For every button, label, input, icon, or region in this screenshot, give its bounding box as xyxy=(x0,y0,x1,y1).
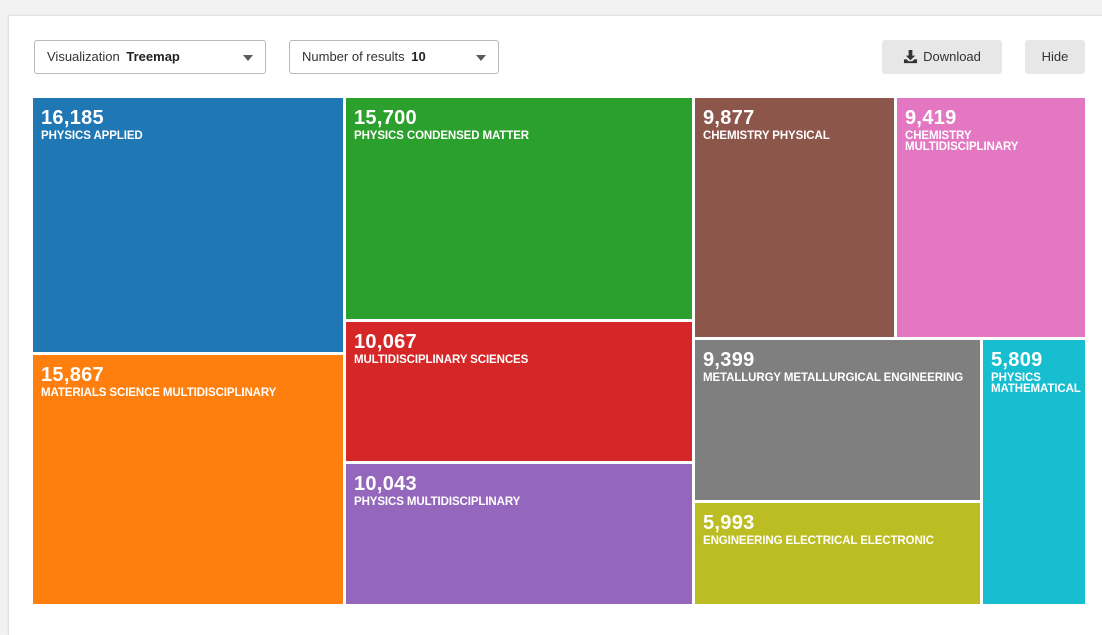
visualization-select[interactable]: Visualization Treemap xyxy=(34,40,266,74)
cell-label: MATERIALS SCIENCE MULTIDISCIPLINARY xyxy=(41,387,277,399)
toolbar: Visualization Treemap Number of results … xyxy=(9,16,1102,96)
treemap-chart: 16,185 PHYSICS APPLIED 15,867 MATERIALS … xyxy=(33,98,1085,604)
cell-label: PHYSICS MULTIDISCIPLINARY xyxy=(354,496,521,508)
cell-value: 9,419 xyxy=(905,107,957,129)
treemap-cell[interactable]: 9,877 CHEMISTRY PHYSICAL xyxy=(695,98,894,337)
cell-value: 5,993 xyxy=(703,512,755,534)
cell-label: PHYSICS CONDENSED MATTER xyxy=(354,130,530,142)
cell-label: PHYSICS MATHEMATICAL xyxy=(991,372,1081,395)
visualization-select-value: Treemap xyxy=(126,49,180,64)
treemap-cell[interactable]: 10,067 MULTIDISCIPLINARY SCIENCES xyxy=(346,322,692,461)
hide-button[interactable]: Hide xyxy=(1025,40,1085,74)
cell-label: CHEMISTRY PHYSICAL xyxy=(703,130,830,142)
visualization-select-label: Visualization xyxy=(47,49,120,64)
cell-label: METALLURGY METALLURGICAL ENGINEERING xyxy=(703,372,964,384)
cell-value: 10,067 xyxy=(354,331,417,353)
treemap-cell[interactable]: 15,700 PHYSICS CONDENSED MATTER xyxy=(346,98,692,319)
treemap-cell[interactable]: 9,419 CHEMISTRY MULTIDISCIPLINARY xyxy=(897,98,1085,337)
cell-label: MULTIDISCIPLINARY SCIENCES xyxy=(354,354,529,366)
treemap-cell[interactable]: 9,399 METALLURGY METALLURGICAL ENGINEERI… xyxy=(695,340,980,500)
results-panel: Visualization Treemap Number of results … xyxy=(8,15,1102,635)
treemap-cell[interactable]: 15,867 MATERIALS SCIENCE MULTIDISCIPLINA… xyxy=(33,355,343,604)
cell-label: CHEMISTRY MULTIDISCIPLINARY xyxy=(905,130,1019,153)
download-icon xyxy=(903,43,918,77)
chevron-down-icon xyxy=(243,55,253,61)
cell-value: 15,867 xyxy=(41,364,104,386)
cell-label: PHYSICS APPLIED xyxy=(41,130,143,142)
download-button[interactable]: Download xyxy=(882,40,1002,74)
treemap-cell[interactable]: 5,809 PHYSICS MATHEMATICAL xyxy=(983,340,1085,604)
hide-label: Hide xyxy=(1041,49,1069,64)
cell-value: 10,043 xyxy=(354,473,417,495)
treemap-cell[interactable]: 5,993 ENGINEERING ELECTRICAL ELECTRONIC xyxy=(695,503,980,604)
cell-value: 16,185 xyxy=(41,107,104,129)
cell-label: ENGINEERING ELECTRICAL ELECTRONIC xyxy=(703,535,934,547)
treemap-cell[interactable]: 16,185 PHYSICS APPLIED xyxy=(33,98,343,352)
number-of-results-select[interactable]: Number of results 10 xyxy=(289,40,499,74)
cell-value: 9,877 xyxy=(703,107,755,129)
results-select-label: Number of results xyxy=(302,49,405,64)
cell-value: 15,700 xyxy=(354,107,417,129)
chevron-down-icon xyxy=(476,55,486,61)
download-label: Download xyxy=(923,49,981,64)
cell-value: 5,809 xyxy=(991,349,1043,371)
treemap-cell[interactable]: 10,043 PHYSICS MULTIDISCIPLINARY xyxy=(346,464,692,604)
results-select-value: 10 xyxy=(411,49,426,64)
cell-value: 9,399 xyxy=(703,349,755,371)
